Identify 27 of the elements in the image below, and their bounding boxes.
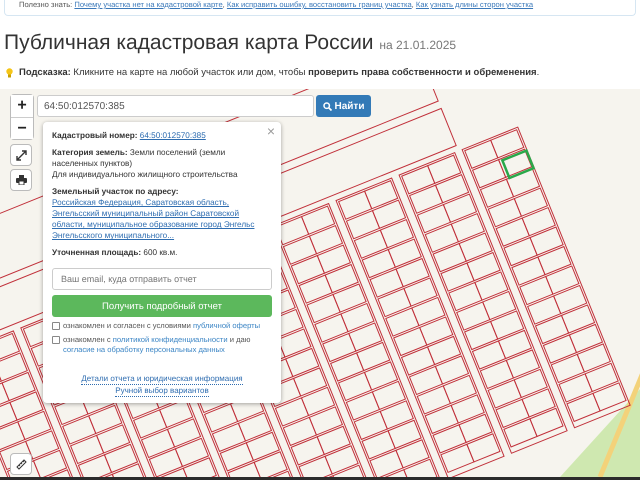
checkbox[interactable]	[52, 322, 60, 330]
search-field[interactable]: 64:50:012570:385	[37, 95, 314, 118]
printer-icon	[16, 175, 26, 186]
parcel-info-text: Категория земель: Земли поселений (земли населенных пунктов) Для индивидуального жилищного строительства	[52, 147, 238, 180]
expand-icon	[16, 150, 26, 161]
date-label: на 21.01.2025	[379, 38, 456, 52]
search-button[interactable]: Найти	[316, 95, 371, 118]
parcel-info-text: Уточненная площадь: 600 кв.м.	[52, 247, 178, 258]
fullscreen-button[interactable]	[10, 144, 32, 166]
parcel-info-text: Кадастровый номер: 64:50:012570:385	[52, 130, 207, 142]
search-icon	[322, 102, 332, 111]
zoom-out-button[interactable]: −	[11, 117, 33, 140]
page-title: Публичная кадастровая карта России	[4, 31, 374, 54]
print-button[interactable]	[10, 169, 32, 192]
checkbox[interactable]	[52, 336, 60, 344]
ruler-icon	[16, 458, 26, 470]
details-link[interactable]: Ручной выбор вариантов	[115, 385, 209, 398]
get-report-button[interactable]: Получить подробный отчет	[52, 295, 272, 318]
ruler-button[interactable]	[10, 453, 32, 476]
lightbulb-icon	[6, 68, 13, 78]
details-link[interactable]: Детали отчета и юридическая информация	[81, 373, 243, 386]
parcel-info-link[interactable]: Российская Федерация, Саратовская область, Энгельсский муниципальный район Саратовской области, муниципальное образование город Энгельс Энгельсского муниципального...	[52, 197, 272, 242]
parcel-info-link[interactable]: 64:50:012570:385	[140, 131, 206, 140]
close-button[interactable]: ×	[266, 124, 275, 138]
parcel-info-text: Земельный участок по адресу: Российская Федерация, Саратовская область, Энгельсский муниципальный район Саратовской области, муниципальное образование город Энгельс Энгельсского муниципального...	[52, 186, 272, 242]
hint-text: Подсказка: Кликните на карте на любой участок или дом, чтобы проверить права собственности и обременения.	[19, 66, 540, 80]
email-field[interactable]: Ваш email, куда отправить отчет	[52, 268, 272, 290]
